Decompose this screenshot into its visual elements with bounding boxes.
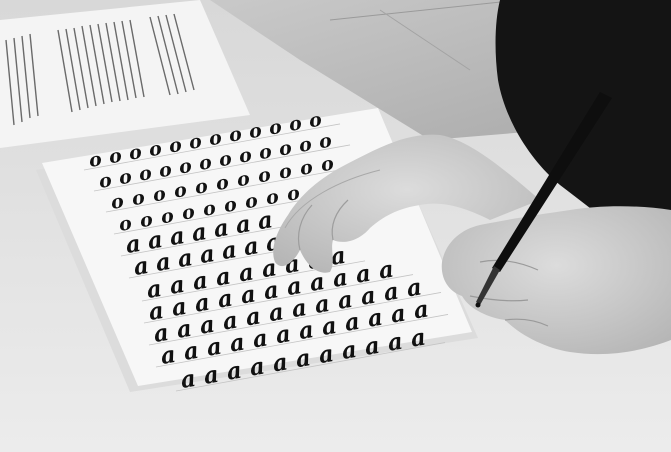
calligraphy-photo: o o o o o o o o o o o oo o o o o o o o o o o oo o o o o o o o o o oo o o o o… <box>0 0 671 452</box>
